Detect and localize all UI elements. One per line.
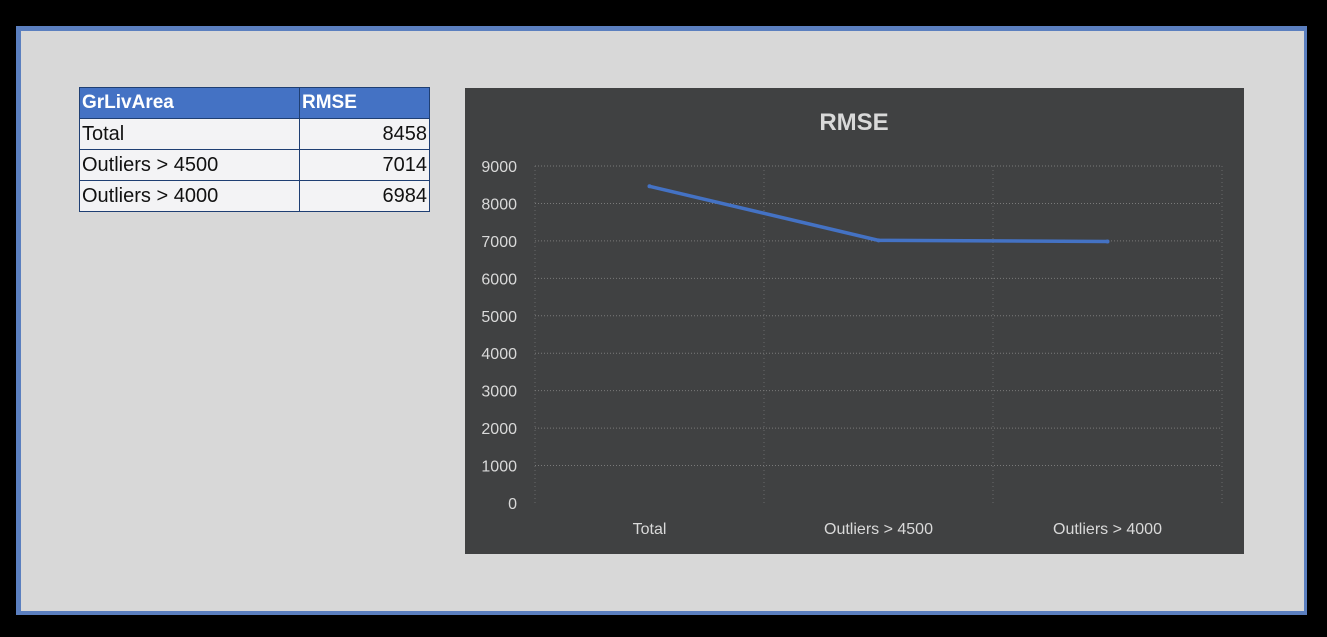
y-axis-ticks: 0 1000 2000 3000 4000 5000 6000 7000 8000 9000 <box>481 159 517 513</box>
y-tick-label: 5000 <box>481 309 517 326</box>
x-axis-ticks: Total Outliers > 4500 Outliers > 4000 <box>633 521 1162 538</box>
row-value-cell[interactable]: 8458 <box>299 118 430 150</box>
y-tick-label: 6000 <box>481 271 517 288</box>
y-tick-label: 2000 <box>481 421 517 438</box>
y-tick-label: 9000 <box>481 159 517 176</box>
y-tick-label: 8000 <box>481 196 517 213</box>
table-row: Total 8458 <box>79 118 430 150</box>
table-row: Outliers > 4500 7014 <box>79 149 430 181</box>
row-label-cell[interactable]: Total <box>79 118 300 150</box>
rmse-line-chart[interactable]: RMSE 0 1000 2000 3000 4000 5000 6000 7000 8000 90… <box>465 88 1244 554</box>
x-tick-label: Outliers > 4000 <box>1053 521 1162 538</box>
x-tick-label: Total <box>633 521 667 538</box>
table-header-row: GrLivArea RMSE <box>79 87 430 119</box>
rmse-table: GrLivArea RMSE Total 8458 Outliers > 450… <box>79 87 430 212</box>
y-tick-label: 3000 <box>481 384 517 401</box>
row-label-cell[interactable]: Outliers > 4500 <box>79 149 300 181</box>
gridlines <box>534 165 1223 503</box>
y-tick-label: 7000 <box>481 234 517 251</box>
table-row: Outliers > 4000 6984 <box>79 180 430 212</box>
y-tick-label: 4000 <box>481 346 517 363</box>
data-point[interactable] <box>1105 239 1110 244</box>
row-value-cell[interactable]: 7014 <box>299 149 430 181</box>
row-value-cell[interactable]: 6984 <box>299 180 430 212</box>
series-layer <box>647 184 1110 244</box>
y-tick-label: 0 <box>508 496 517 513</box>
x-tick-label: Outliers > 4500 <box>824 521 933 538</box>
data-point[interactable] <box>647 184 652 189</box>
chart-title: RMSE <box>819 109 888 136</box>
chart-svg: RMSE 0 1000 2000 3000 4000 5000 6000 7000 8000 90… <box>481 109 1223 538</box>
row-label-cell[interactable]: Outliers > 4000 <box>79 180 300 212</box>
header-grlivarea[interactable]: GrLivArea <box>79 87 300 119</box>
y-tick-label: 1000 <box>481 459 517 476</box>
series-line[interactable] <box>647 184 1110 244</box>
data-point[interactable] <box>876 238 881 243</box>
header-rmse[interactable]: RMSE <box>299 87 430 119</box>
